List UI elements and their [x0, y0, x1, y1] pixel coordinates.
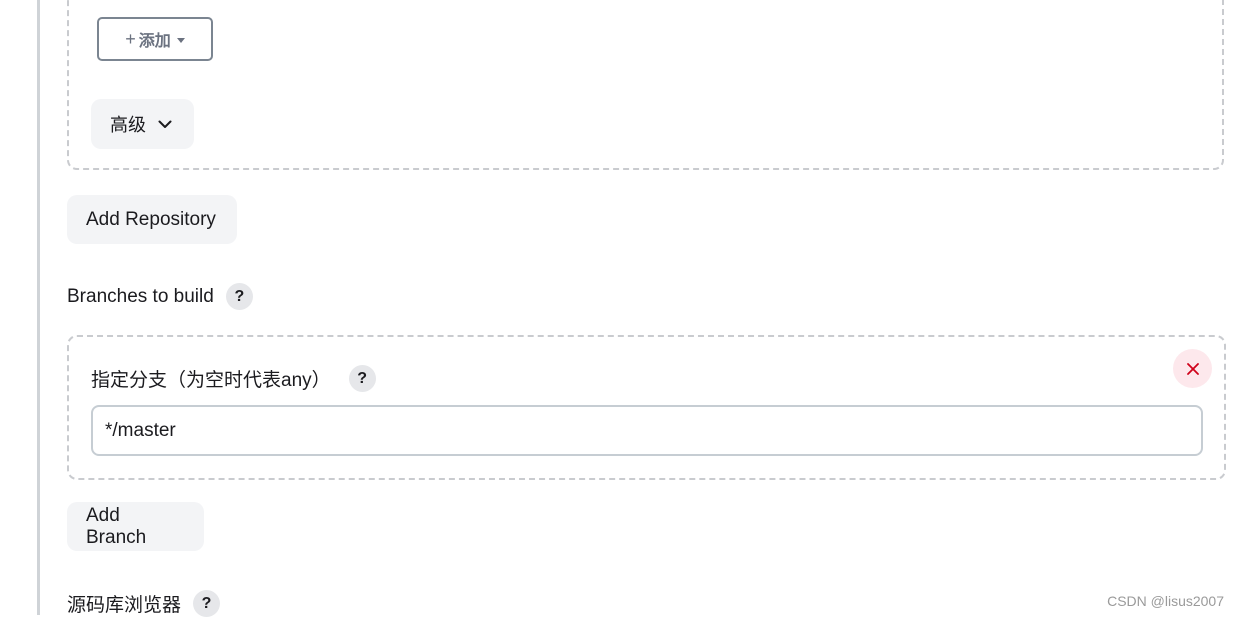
caret-down-icon	[176, 37, 185, 43]
chevron-down-icon	[158, 120, 172, 128]
branch-specifier-input[interactable]	[91, 405, 1203, 456]
help-icon[interactable]: ?	[193, 590, 221, 617]
branch-specifier-label: 指定分支（为空时代表any）	[91, 370, 331, 391]
branches-to-build-heading: Branches to build ?	[67, 283, 253, 310]
help-icon[interactable]: ?	[225, 283, 253, 310]
plus-icon: +	[125, 28, 136, 49]
branch-specifier-heading: 指定分支（为空时代表any） ?	[91, 365, 376, 392]
add-repository-button[interactable]: Add Repository	[67, 195, 237, 244]
repo-browser-label: 源码库浏览器	[67, 595, 182, 616]
delete-branch-button[interactable]	[1173, 349, 1212, 388]
add-credentials-dropdown[interactable]: + 添加	[97, 17, 213, 61]
repo-browser-heading: 源码库浏览器 ?	[67, 590, 221, 617]
repository-panel	[67, 0, 1224, 170]
advanced-label: 高级	[110, 115, 146, 135]
branches-to-build-label: Branches to build	[67, 285, 214, 307]
add-branch-label: Add Branch	[86, 504, 147, 548]
help-icon[interactable]: ?	[348, 365, 376, 392]
left-border-rule	[37, 0, 40, 615]
add-repository-label: Add Repository	[86, 208, 216, 230]
watermark: CSDN @lisus2007	[1107, 593, 1224, 609]
close-icon	[1186, 362, 1199, 375]
add-branch-button[interactable]: Add Branch	[67, 502, 204, 551]
advanced-toggle-button[interactable]: 高级	[91, 99, 194, 149]
add-dropdown-label: 添加	[138, 33, 171, 50]
